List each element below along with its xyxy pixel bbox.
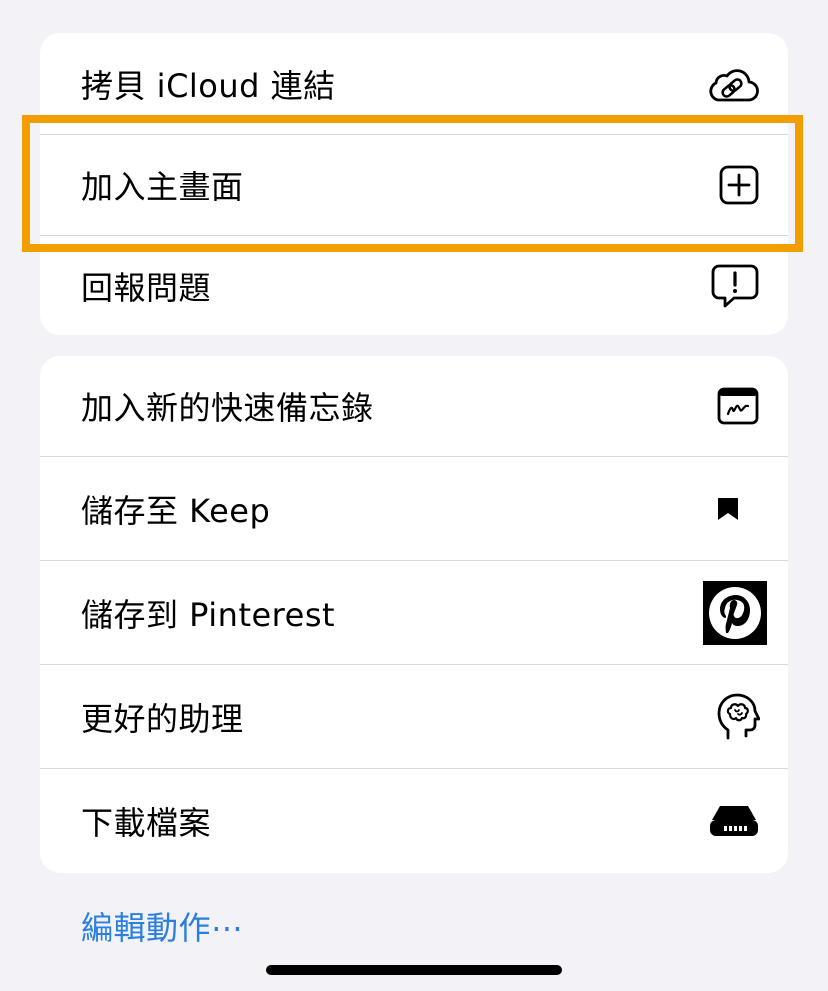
action-label: 加入新的快速備忘錄 — [81, 389, 374, 427]
action-add-to-home-screen[interactable]: 加入主畫面 — [40, 135, 788, 235]
action-label: 拷貝 iCloud 連結 — [81, 66, 336, 105]
share-sheet-actions: 拷貝 iCloud 連結 加入主畫面 回報問題 加入新的快速備忘錄 儲存至 Ke… — [0, 0, 828, 991]
quick-note-icon — [716, 386, 760, 426]
drive-icon — [708, 804, 760, 838]
exclamation-bubble-icon — [710, 263, 760, 309]
add-square-icon — [718, 164, 760, 206]
action-copy-icloud-link[interactable]: 拷貝 iCloud 連結 — [40, 33, 788, 134]
brain-head-icon — [716, 692, 760, 742]
action-report-issue[interactable]: 回報問題 — [40, 236, 788, 335]
action-group-1: 拷貝 iCloud 連結 加入主畫面 回報問題 — [40, 33, 788, 335]
home-indicator[interactable] — [266, 965, 562, 975]
action-label: 加入主畫面 — [81, 168, 244, 206]
action-group-2: 加入新的快速備忘錄 儲存至 Keep 儲存到 Pinterest 更好的助理 下… — [40, 356, 788, 873]
action-new-quick-note[interactable]: 加入新的快速備忘錄 — [40, 356, 788, 456]
action-save-to-pinterest[interactable]: 儲存到 Pinterest — [40, 561, 788, 664]
pinterest-icon — [703, 580, 767, 645]
action-save-to-keep[interactable]: 儲存至 Keep — [40, 457, 788, 560]
action-label: 回報問題 — [81, 268, 212, 307]
icloud-link-icon — [704, 64, 760, 104]
bookmark-icon — [696, 496, 760, 522]
action-label: 更好的助理 — [81, 699, 244, 738]
action-better-assistant[interactable]: 更好的助理 — [40, 665, 788, 768]
action-label: 下載檔案 — [81, 804, 212, 842]
action-download-file[interactable]: 下載檔案 — [40, 769, 788, 873]
action-label: 儲存至 Keep — [81, 491, 271, 530]
edit-actions-link[interactable]: 編輯動作⋯ — [81, 903, 244, 949]
action-label: 儲存到 Pinterest — [81, 595, 336, 634]
